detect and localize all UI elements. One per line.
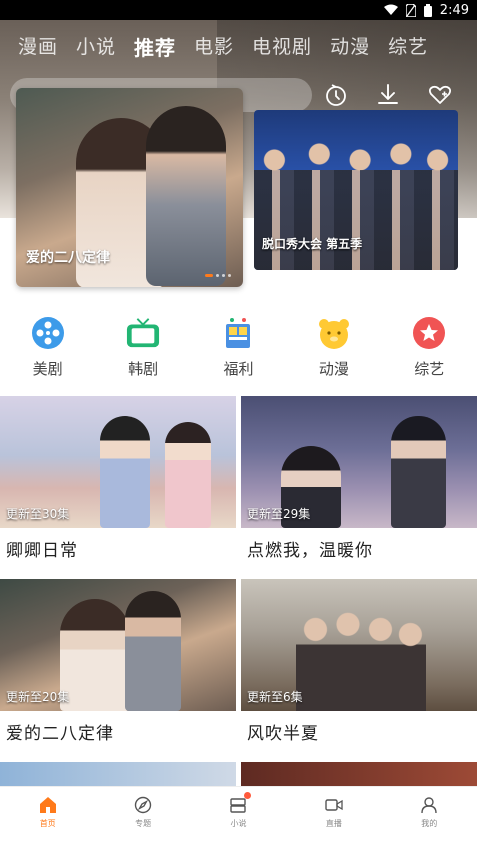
- no-sim-icon: [405, 3, 416, 17]
- show-poster: [0, 762, 236, 788]
- category-anime[interactable]: 动漫: [294, 316, 374, 379]
- top-nav: 漫画 小说 推荐 电影 电视剧 动漫 综艺: [18, 32, 428, 61]
- tab-recommended[interactable]: 推荐: [134, 32, 176, 61]
- category-welfare[interactable]: 福利: [198, 316, 278, 379]
- nav-label: 首页: [39, 819, 56, 828]
- category-label: 美剧: [32, 360, 63, 378]
- tab-novels[interactable]: 小说: [76, 32, 116, 61]
- tab-movies[interactable]: 电影: [194, 32, 234, 61]
- nav-label: 专题: [135, 819, 152, 828]
- history-icon[interactable]: [323, 82, 349, 108]
- show-title: 点燃我，温暖你: [247, 541, 373, 561]
- show-poster: 更新至6集: [241, 579, 477, 711]
- nav-live[interactable]: 直播: [299, 787, 369, 848]
- episode-badge: 更新至29集: [247, 507, 311, 521]
- show-poster: 更新至20集: [0, 579, 236, 711]
- wifi-icon: [383, 4, 398, 15]
- category-label: 综艺: [414, 360, 445, 378]
- show-card[interactable]: 更新至6集 风吹半夏: [241, 579, 477, 744]
- show-card[interactable]: 更新至20集 爱的二八定律: [0, 579, 236, 744]
- category-variety[interactable]: 综艺: [389, 316, 469, 379]
- show-poster: 更新至29集: [241, 396, 477, 528]
- category-label: 动漫: [318, 360, 349, 378]
- user-icon: [419, 795, 439, 815]
- status-time: 2:49: [439, 2, 469, 18]
- tab-anime[interactable]: 动漫: [330, 32, 370, 61]
- tv-icon: [126, 316, 160, 350]
- nav-novels[interactable]: 小说: [203, 787, 273, 848]
- featured-banner[interactable]: 爱的二八定律: [16, 88, 243, 287]
- show-card[interactable]: 更新至29集 点燃我，温暖你: [241, 396, 477, 561]
- category-label: 福利: [223, 360, 254, 378]
- show-card-partial[interactable]: [241, 762, 477, 788]
- notification-dot: [244, 792, 252, 799]
- compass-icon: [133, 795, 153, 815]
- video-camera-icon: [324, 795, 344, 815]
- show-poster: [241, 762, 477, 788]
- star-badge-icon: [412, 316, 446, 350]
- nav-profile[interactable]: 我的: [394, 787, 464, 848]
- nav-label: 直播: [325, 819, 342, 828]
- show-poster: 更新至30集: [0, 396, 236, 528]
- battery-icon: [423, 3, 432, 17]
- category-korean-drama[interactable]: 韩剧: [103, 316, 183, 379]
- show-title: 卿卿日常: [6, 541, 78, 561]
- category-row: 美剧 韩剧 福利 动漫 综艺: [0, 316, 477, 379]
- side-banner[interactable]: 脱口秀大会 第五季: [254, 110, 458, 270]
- banner-image-figure: [146, 106, 226, 286]
- download-icon[interactable]: [375, 82, 401, 108]
- show-title: 风吹半夏: [247, 724, 319, 744]
- nav-label: 小说: [230, 819, 247, 828]
- tab-tv-series[interactable]: 电视剧: [252, 32, 312, 61]
- show-card[interactable]: 更新至30集 卿卿日常: [0, 396, 236, 561]
- favorite-icon[interactable]: [427, 82, 453, 108]
- episode-badge: 更新至30集: [6, 507, 70, 521]
- category-label: 韩剧: [128, 360, 159, 378]
- side-banner-image-crowd: [254, 170, 458, 270]
- film-reel-icon: [31, 316, 65, 350]
- header-actions: [323, 82, 453, 108]
- tab-variety[interactable]: 综艺: [388, 32, 428, 61]
- nav-home[interactable]: 首页: [13, 787, 83, 848]
- gift-book-icon: [221, 316, 255, 350]
- show-title: 爱的二八定律: [6, 724, 114, 744]
- episode-badge: 更新至20集: [6, 690, 70, 704]
- carousel-indicator: [205, 274, 231, 277]
- bear-icon: [317, 316, 351, 350]
- nav-topics[interactable]: 专题: [108, 787, 178, 848]
- nav-label: 我的: [421, 819, 438, 828]
- home-icon: [38, 795, 58, 815]
- tab-comics[interactable]: 漫画: [18, 32, 58, 61]
- featured-banner-title: 爱的二八定律: [26, 250, 110, 266]
- bottom-nav: 首页 专题 小说 直播 我的: [0, 786, 477, 848]
- episode-badge: 更新至6集: [247, 690, 303, 704]
- show-card-partial[interactable]: [0, 762, 236, 788]
- status-bar: 2:49: [0, 0, 477, 20]
- side-banner-title: 脱口秀大会 第五季: [262, 237, 363, 251]
- category-us-drama[interactable]: 美剧: [8, 316, 88, 379]
